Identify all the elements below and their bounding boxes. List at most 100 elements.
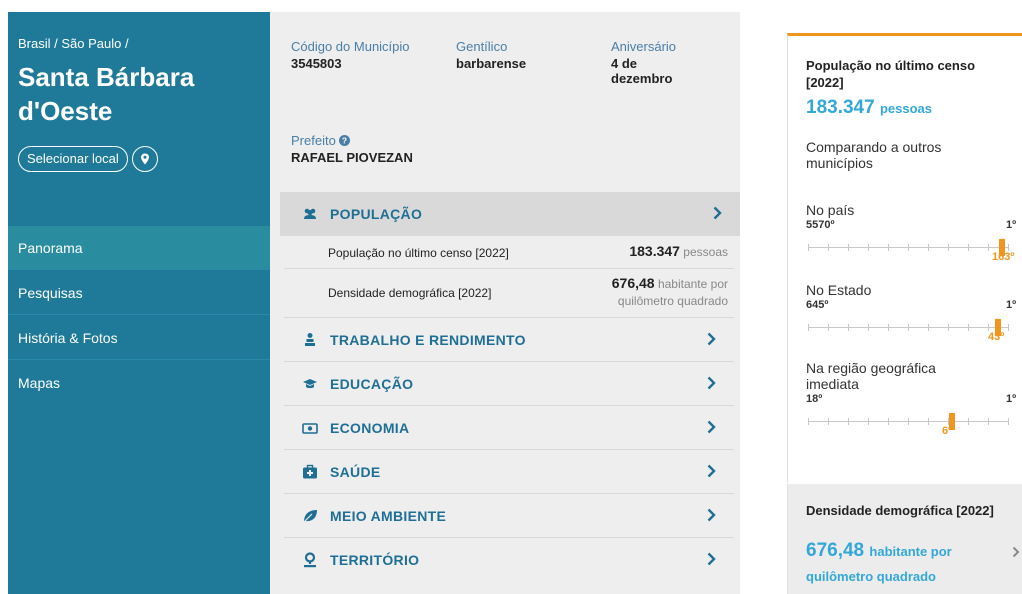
- card-value-number: 676,48: [806, 540, 865, 561]
- ranking-position: 43º: [988, 331, 1005, 343]
- chevron-right-icon: [713, 206, 722, 220]
- location-pin-button[interactable]: [131, 146, 158, 172]
- sidebar-item-mapas[interactable]: Mapas: [8, 361, 270, 405]
- ranking-tick: [988, 324, 989, 331]
- card-value-unit-line2: quilômetro quadrado: [806, 569, 936, 584]
- leaf-icon: [303, 510, 317, 523]
- ranking-tick: [948, 244, 949, 251]
- section-economia[interactable]: ECONOMIA: [284, 406, 734, 450]
- medical-kit-icon: [303, 464, 317, 479]
- ranking-high: 1º: [1006, 219, 1017, 231]
- ranking-tick: [828, 324, 829, 331]
- data-row-label: Densidade demográfica [2022]: [328, 286, 492, 300]
- section-label: TERRITÓRIO: [330, 552, 420, 568]
- ranking-tick: [868, 324, 869, 331]
- section-saude[interactable]: SAÚDE: [284, 450, 734, 494]
- page-title: Santa Bárbara d'Oeste: [18, 62, 195, 126]
- data-row-densidade[interactable]: Densidade demográfica [2022] 676,48 habi…: [284, 269, 734, 318]
- ranking-tick: [908, 324, 909, 331]
- map-pin-icon: [304, 552, 316, 568]
- money-icon: [302, 423, 318, 434]
- ranking-tick: [848, 324, 849, 331]
- density-card[interactable]: Densidade demográfica [2022] 676,48 habi…: [787, 484, 1022, 594]
- graduation-cap-icon: [303, 379, 317, 389]
- chevron-right-icon: [707, 332, 716, 346]
- ranking-tick: [888, 324, 889, 331]
- sidebar: Brasil / São Paulo / Santa Bárbara d'Oes…: [8, 12, 273, 594]
- ranking-tick: [808, 418, 809, 425]
- sidebar-item-pesquisas[interactable]: Pesquisas: [8, 271, 270, 315]
- ranking-tick: [968, 324, 969, 331]
- card-value: 183.347 pessoas: [806, 97, 932, 119]
- chevron-right-icon: [707, 376, 716, 390]
- section-label: SAÚDE: [330, 464, 381, 480]
- ranking-tick: [1008, 418, 1009, 425]
- ranking-tick: [928, 244, 929, 251]
- section-label: EDUCAÇÃO: [330, 376, 414, 392]
- section-label: MEIO AMBIENTE: [330, 508, 447, 524]
- gentilico-value: barbarense: [456, 56, 527, 71]
- ranking-label: Na região geográfica imediata: [806, 360, 936, 392]
- chevron-right-icon: [707, 508, 716, 522]
- section-label: POPULAÇÃO: [330, 206, 423, 222]
- aniversario-value: 4 de dezembro: [611, 56, 673, 86]
- ranking-tick: [868, 418, 869, 425]
- ranking-tick: [1008, 244, 1009, 251]
- main-panel: Código do Município 3545803 Gentílico ba…: [270, 12, 740, 594]
- card-title: População no último censo [2022]: [806, 58, 976, 90]
- people-icon: [304, 208, 316, 219]
- ranking-tick: [988, 244, 989, 251]
- prefeito-label-row: Prefeito ?: [291, 133, 351, 148]
- ranking-track: [808, 239, 1009, 256]
- ranking-tick: [948, 324, 949, 331]
- ranking-low: 645º: [806, 299, 829, 311]
- ranking-track: [808, 319, 1009, 336]
- prefeito-value: RAFAEL PIOVEZAN: [291, 150, 413, 165]
- ranking-low: 5570º: [806, 219, 835, 231]
- ranking-tick: [988, 418, 989, 425]
- chevron-right-icon: [707, 552, 716, 566]
- ranking-position: 163º: [992, 251, 1015, 263]
- ranking-tick: [828, 244, 829, 251]
- breadcrumb[interactable]: Brasil / São Paulo /: [18, 36, 129, 51]
- section-meio-ambiente[interactable]: MEIO AMBIENTE: [284, 494, 734, 538]
- ranking-tick: [968, 418, 969, 425]
- section-educacao[interactable]: EDUCAÇÃO: [284, 362, 734, 406]
- ranking-tick: [968, 244, 969, 251]
- value-unit: pessoas: [683, 245, 728, 259]
- sidebar-item-historia-fotos[interactable]: História & Fotos: [8, 316, 270, 360]
- data-row-value: 676,48 habitante por quilômetro quadrado: [612, 275, 728, 310]
- select-location-button[interactable]: Selecionar local: [18, 146, 128, 172]
- aniversario-label: Aniversário: [611, 39, 677, 54]
- ranking-label: No país: [806, 202, 855, 218]
- codigo-value: 3545803: [291, 56, 342, 71]
- section-label: ECONOMIA: [330, 420, 410, 436]
- ranking-tick: [808, 244, 809, 251]
- value-unit-line2: quilômetro quadrado: [617, 294, 728, 308]
- section-trabalho[interactable]: TRABALHO E RENDIMENTO: [284, 318, 734, 362]
- ranking-tick: [908, 418, 909, 425]
- section-label: TRABALHO E RENDIMENTO: [330, 332, 526, 348]
- data-row-value: 183.347 pessoas: [629, 243, 728, 261]
- section-territorio[interactable]: TERRITÓRIO: [284, 538, 734, 582]
- section-populacao[interactable]: POPULAÇÃO: [280, 192, 740, 236]
- ranking-tick: [848, 418, 849, 425]
- value-number: 183.347: [629, 243, 680, 259]
- ranking-track: [808, 413, 1009, 430]
- ranking-tick: [908, 244, 909, 251]
- ranking-high: 1º: [1006, 299, 1017, 311]
- gentilico-label: Gentílico: [456, 39, 508, 54]
- ranking-label: No Estado: [806, 282, 872, 298]
- svg-text:?: ?: [342, 136, 347, 146]
- chevron-right-icon: [707, 420, 716, 434]
- help-icon[interactable]: ?: [339, 135, 351, 146]
- ranking-tick: [848, 244, 849, 251]
- card-value-unit-line1: habitante por: [869, 544, 952, 559]
- sidebar-item-panorama[interactable]: Panorama: [8, 226, 270, 270]
- data-row-populacao[interactable]: População no último censo [2022] 183.347…: [284, 236, 734, 269]
- chevron-right-icon[interactable]: [1012, 546, 1020, 558]
- ranking-low: 18º: [806, 393, 823, 405]
- codigo-label: Código do Município: [291, 39, 410, 54]
- population-card: População no último censo [2022] 183.347…: [787, 33, 1022, 483]
- ranking-position: 6º: [942, 425, 953, 437]
